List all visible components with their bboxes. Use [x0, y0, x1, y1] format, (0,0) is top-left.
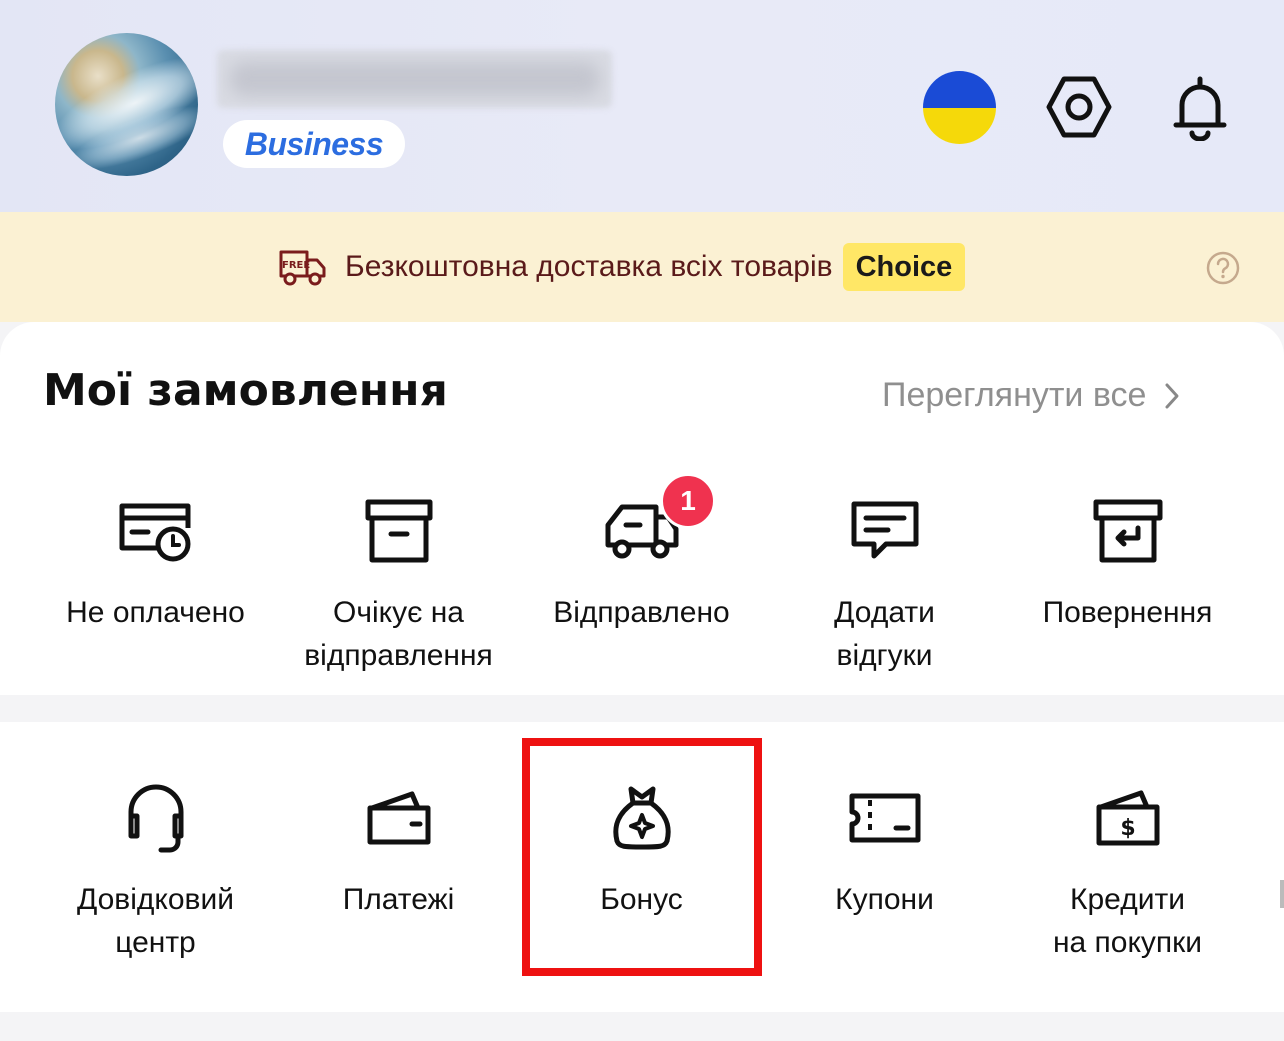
order-tile-unpaid[interactable]: Не оплачено: [34, 495, 277, 634]
service-tile-label: Платежі: [342, 883, 455, 916]
avatar[interactable]: [55, 33, 198, 176]
ticket-icon: [849, 793, 920, 843]
service-tile-purchase-credits[interactable]: $ Кредити на покупки: [1006, 782, 1249, 964]
order-tile-label: Додати відгуки: [834, 596, 935, 672]
free-delivery-truck-icon: FREE: [279, 250, 326, 286]
dollar-wallet-icon: $: [1096, 790, 1159, 846]
service-tile-label: Купони: [835, 883, 934, 916]
orders-title: Мої замовлення: [43, 365, 448, 416]
svg-text:$: $: [1120, 816, 1135, 841]
business-label: Business: [244, 125, 384, 162]
order-tile-label: Не оплачено: [66, 596, 245, 629]
scroll-edge-indicator: [1280, 880, 1284, 908]
service-tile-payments[interactable]: Платежі: [277, 782, 520, 921]
bell-icon[interactable]: [1172, 75, 1228, 141]
review-chat-icon: [851, 501, 918, 559]
free-tag: FREE: [282, 260, 310, 271]
order-tile-label: Відправлено: [553, 596, 730, 629]
service-tile-label: Кредити на покупки: [1052, 883, 1203, 959]
order-tile-label: Очікує на відправлення: [304, 596, 493, 672]
choice-badge: Choice: [842, 243, 966, 291]
ukraine-flag-icon[interactable]: [923, 71, 996, 144]
return-box-icon: [1093, 499, 1162, 563]
view-all-label: Переглянути все: [882, 376, 1147, 414]
service-tile-help-center[interactable]: Довідковий центр: [34, 782, 277, 964]
unpaid-card-clock-icon: [119, 503, 190, 562]
order-tile-shipped[interactable]: Відправлено: [520, 495, 763, 634]
order-tile-add-reviews[interactable]: Додати відгуки: [763, 495, 1006, 677]
banner-content: FREE Безкоштовна доставка всіх товарів C…: [277, 240, 966, 294]
business-badge[interactable]: Business: [223, 120, 405, 168]
shipped-count-badge: 1: [660, 473, 716, 529]
view-all-link[interactable]: Переглянути все: [882, 376, 1180, 415]
wallet-icon: [367, 791, 430, 845]
banner-text: Безкоштовна доставка всіх товарів: [345, 250, 833, 283]
order-tile-label: Повернення: [1042, 596, 1213, 629]
help-icon[interactable]: [1206, 251, 1240, 285]
service-tile-coupons[interactable]: Купони: [763, 782, 1006, 921]
chevron-right-icon: [1165, 383, 1179, 408]
service-tile-label: Довідковий центр: [76, 883, 235, 959]
order-tile-returns[interactable]: Повернення: [1006, 495, 1249, 634]
order-tile-awaiting-shipment[interactable]: Очікує на відправлення: [277, 495, 520, 677]
headset-icon: [128, 784, 183, 853]
box-icon: [365, 499, 432, 563]
settings-icon[interactable]: [1046, 74, 1112, 140]
bonus-highlight-box: [522, 738, 762, 976]
user-name-text: [230, 62, 600, 96]
